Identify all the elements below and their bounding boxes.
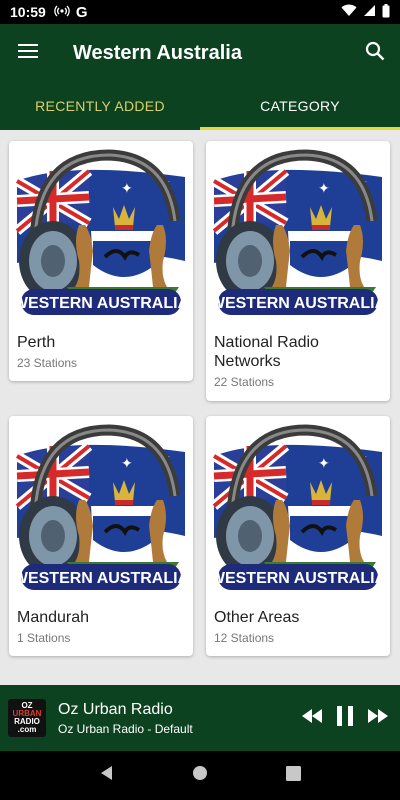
category-card-perth[interactable]: WESTERN AUSTRALIA Perth 23 Stations [9,141,193,381]
system-nav-bar [0,751,400,800]
category-name: Perth [17,334,56,351]
svg-text:WESTERN AUSTRALIA: WESTERN AUSTRALIA [13,570,190,587]
signal-icon [363,4,376,20]
menu-button[interactable] [0,24,56,82]
svg-text:WESTERN AUSTRALIA: WESTERN AUSTRALIA [210,295,387,312]
category-grid: WESTERN AUSTRALIA Perth 23 Stations WEST… [0,130,400,685]
now-playing-title: Oz Urban Radio [58,700,173,718]
recents-icon[interactable] [286,765,302,786]
status-time: 10:59 [10,4,46,20]
tab-category[interactable]: CATEGORY [200,82,400,130]
menu-icon [18,43,38,64]
category-card-other-areas[interactable]: WESTERN AUSTRALIA Other Areas 12 Station… [206,416,390,656]
fast-forward-icon[interactable] [368,708,388,728]
status-bar: 10:59 G [0,0,400,24]
mini-player[interactable]: OZ URBAN RADIO .com Oz Urban Radio Oz Ur… [0,685,400,751]
station-count: 22 Stations [214,375,275,389]
pause-icon[interactable] [336,705,354,731]
svg-text:WESTERN AUSTRALIA: WESTERN AUSTRALIA [210,570,387,587]
station-logo: OZ URBAN RADIO .com [8,699,46,737]
category-name: Mandurah [17,609,90,626]
svg-text:WESTERN AUSTRALIA: WESTERN AUSTRALIA [13,295,190,312]
station-count: 23 Stations [17,356,78,370]
station-count: 12 Stations [214,631,275,645]
tab-bar: RECENTLY ADDED CATEGORY [0,82,400,130]
logo-line: .com [17,725,37,734]
wifi-icon [341,4,357,20]
battery-icon [382,3,390,21]
western-australia-image: WESTERN AUSTRALIA [9,141,193,325]
western-australia-image: WESTERN AUSTRALIA [206,416,390,600]
app-bar: Western Australia [0,24,400,82]
category-name: Other Areas [214,609,300,626]
now-playing-subtitle: Oz Urban Radio - Default [58,721,193,736]
station-count: 1 Stations [17,631,71,645]
rewind-icon[interactable] [302,708,322,728]
category-card-national-radio-networks[interactable]: WESTERN AUSTRALIA National Radio Network… [206,141,390,401]
google-icon: G [75,3,88,21]
player-controls [302,705,400,731]
now-playing-info: Oz Urban Radio Oz Urban Radio - Default [58,701,302,736]
home-icon[interactable] [192,765,208,786]
page-title: Western Australia [73,41,242,64]
category-card-mandurah[interactable]: WESTERN AUSTRALIA Mandurah 1 Stations [9,416,193,656]
back-icon[interactable] [99,765,115,786]
search-icon [365,41,385,66]
hotspot-icon [54,5,70,20]
search-button[interactable] [350,24,400,82]
tab-recently-added[interactable]: RECENTLY ADDED [0,82,200,130]
category-name: National Radio Networks [214,334,319,370]
western-australia-image: WESTERN AUSTRALIA [206,141,390,325]
western-australia-image: WESTERN AUSTRALIA [9,416,193,600]
